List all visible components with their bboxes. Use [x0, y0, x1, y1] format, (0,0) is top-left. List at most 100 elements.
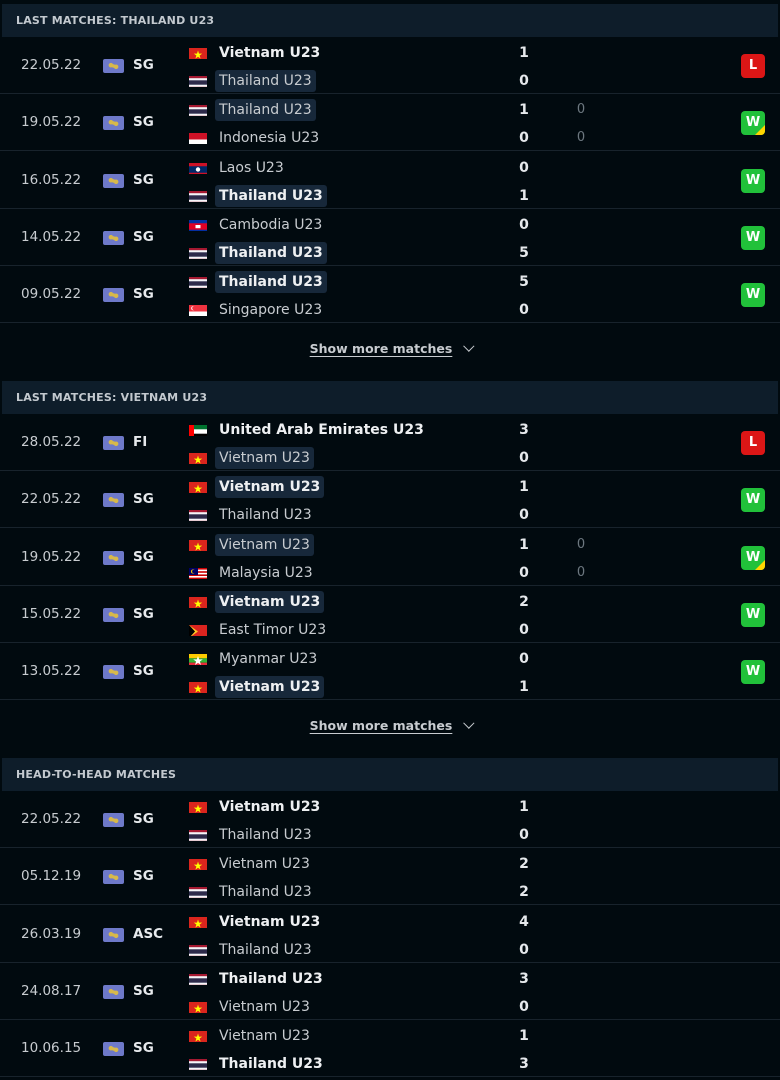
home-score: 1: [519, 102, 529, 119]
match-row[interactable]: 28.05.22 FI United Arab Emirates U23 Vietna…: [0, 414, 780, 471]
match-row[interactable]: 22.05.22 SG Vietnam U23 Thailand U23 1 0 W: [0, 471, 780, 529]
competition-code: FI: [133, 434, 148, 450]
competition-icon: [103, 173, 124, 188]
team-name: United Arab Emirates U23: [219, 422, 424, 438]
section-header: HEAD-TO-HEAD MATCHES: [2, 758, 778, 791]
match-row[interactable]: 15.05.22 SG Vietnam U23 East Timor U23 2 0 W: [0, 586, 780, 643]
away-score: 0: [519, 130, 529, 147]
away-team[interactable]: Indonesia U23: [189, 127, 323, 149]
away-team[interactable]: Thailand U23: [189, 70, 316, 92]
team-name: Thailand U23: [219, 507, 312, 524]
away-team[interactable]: Thailand U23: [189, 504, 316, 526]
match-row[interactable]: 09.05.22 SG Thailand U23 Singapore U23 5 0 W: [0, 266, 780, 324]
team-name: Cambodia U23: [219, 216, 323, 233]
match-row[interactable]: 05.12.19 SG Vietnam U23 Thailand U23 2 2: [0, 848, 780, 906]
team-name: Vietnam U23: [219, 856, 310, 873]
competition-code: SG: [133, 171, 154, 188]
away-team[interactable]: Singapore U23: [189, 299, 326, 321]
away-team[interactable]: Thailand U23: [189, 824, 316, 846]
team-name: Vietnam U23: [215, 533, 314, 556]
team-name: Vietnam U23: [215, 476, 325, 499]
result-badge: L: [741, 54, 765, 78]
competition-icon: [103, 813, 124, 827]
section-header: LAST MATCHES: VIETNAM U23: [2, 381, 778, 414]
match-row[interactable]: 22.05.22 SG Vietnam U23 Thailand U23 1 0 L: [0, 37, 780, 94]
home-team[interactable]: Vietnam U23: [189, 476, 325, 499]
away-team[interactable]: Vietnam U23: [189, 676, 325, 699]
match-row[interactable]: 13.05.22 SG Myanmar U23 Vietnam U23 0 1 W: [0, 643, 780, 701]
away-team[interactable]: Thailand U23: [189, 881, 316, 903]
away-team[interactable]: Thailand U23: [189, 184, 327, 207]
competition-icon: [103, 550, 124, 565]
home-team[interactable]: Vietnam U23: [189, 911, 324, 933]
flag-my-icon: [189, 566, 207, 579]
away-team[interactable]: Thailand U23: [189, 241, 327, 264]
match-date: 28.05.22: [21, 434, 82, 450]
flag-th-icon: [189, 103, 207, 117]
competition-code: SG: [133, 868, 154, 885]
home-team[interactable]: Vietnam U23: [189, 796, 324, 818]
competition-icon: [103, 230, 124, 245]
chevron-down-icon: [463, 717, 475, 729]
match-row[interactable]: 19.05.22 SG Vietnam U23 Malaysia U23 1 0 0 0 W: [0, 529, 780, 586]
home-score: 2: [519, 593, 529, 610]
flag-vn-icon: [189, 480, 207, 494]
team-name: Thailand U23: [219, 970, 323, 987]
team-name: Thailand U23: [219, 941, 312, 958]
match-row[interactable]: 26.03.19 ASC Vietnam U23 Thailand U23 4 0: [0, 906, 780, 963]
home-team[interactable]: Thailand U23: [189, 99, 316, 122]
competition-code: SG: [133, 114, 154, 131]
team-name: Vietnam U23: [219, 1028, 310, 1045]
flag-vn-icon: [189, 1029, 207, 1043]
match-row[interactable]: 19.05.22 SG Thailand U23 Indonesia U23 1 0 0 0 W: [0, 94, 780, 152]
home-team[interactable]: Laos U23: [189, 157, 288, 179]
show-more-label: Show more matches: [309, 717, 453, 733]
away-team[interactable]: Malaysia U23: [189, 562, 317, 584]
competition-icon: [103, 436, 124, 450]
home-team[interactable]: Vietnam U23: [189, 1025, 314, 1047]
match-date: 22.05.22: [21, 491, 82, 508]
team-name: Thailand U23: [219, 1056, 323, 1073]
away-score: 0: [519, 621, 529, 638]
competition-code: SG: [133, 491, 154, 508]
home-team[interactable]: Vietnam U23: [189, 590, 325, 613]
match-row[interactable]: 14.05.22 SG Cambodia U23 Thailand U23 0 5 W: [0, 209, 780, 266]
match-row[interactable]: 24.08.17 SG Thailand U23 Vietnam U23 3 0: [0, 963, 780, 1020]
home-penalty-score: 0: [576, 536, 586, 552]
flag-th-icon: [189, 943, 207, 956]
result-badge: W: [741, 602, 765, 627]
flag-th-icon: [189, 1057, 207, 1071]
home-team[interactable]: Vietnam U23: [189, 533, 314, 556]
home-team[interactable]: Cambodia U23: [189, 214, 326, 236]
match-date: 05.12.19: [21, 868, 82, 885]
match-row[interactable]: 22.05.22 SG Vietnam U23 Thailand U23 1 0: [0, 791, 780, 848]
home-team[interactable]: United Arab Emirates U23: [189, 419, 428, 441]
away-team[interactable]: East Timor U23: [189, 619, 330, 641]
home-score: 0: [519, 651, 529, 668]
flag-th-icon: [189, 189, 207, 202]
result-badge: W: [741, 488, 765, 513]
away-penalty-score: 0: [576, 564, 586, 580]
result-badge: W: [741, 660, 765, 685]
team-name: Myanmar U23: [219, 651, 318, 668]
home-score: 2: [519, 856, 529, 873]
match-row[interactable]: 10.06.15 SG Vietnam U23 Thailand U23 1 3: [0, 1020, 780, 1078]
match-date: 22.05.22: [21, 811, 82, 827]
show-more-button[interactable]: Show more matches: [0, 702, 780, 750]
match-row[interactable]: 16.05.22 SG Laos U23 Thailand U23 0 1 W: [0, 152, 780, 209]
away-team[interactable]: Thailand U23: [189, 1053, 327, 1075]
home-team[interactable]: Vietnam U23: [189, 853, 314, 875]
away-team[interactable]: Vietnam U23: [189, 996, 314, 1018]
home-team[interactable]: Thailand U23: [189, 968, 327, 990]
team-name: Thailand U23: [219, 827, 312, 843]
show-more-button[interactable]: Show more matches: [0, 325, 780, 373]
home-team[interactable]: Myanmar U23: [189, 648, 321, 670]
away-team[interactable]: Thailand U23: [189, 939, 316, 961]
away-score: 5: [519, 244, 529, 261]
team-name: Vietnam U23: [215, 676, 325, 699]
home-team[interactable]: Thailand U23: [189, 271, 327, 294]
match-date: 13.05.22: [21, 663, 82, 680]
away-team[interactable]: Vietnam U23: [189, 447, 314, 469]
home-team[interactable]: Vietnam U23: [189, 42, 324, 64]
home-score: 4: [519, 913, 529, 930]
